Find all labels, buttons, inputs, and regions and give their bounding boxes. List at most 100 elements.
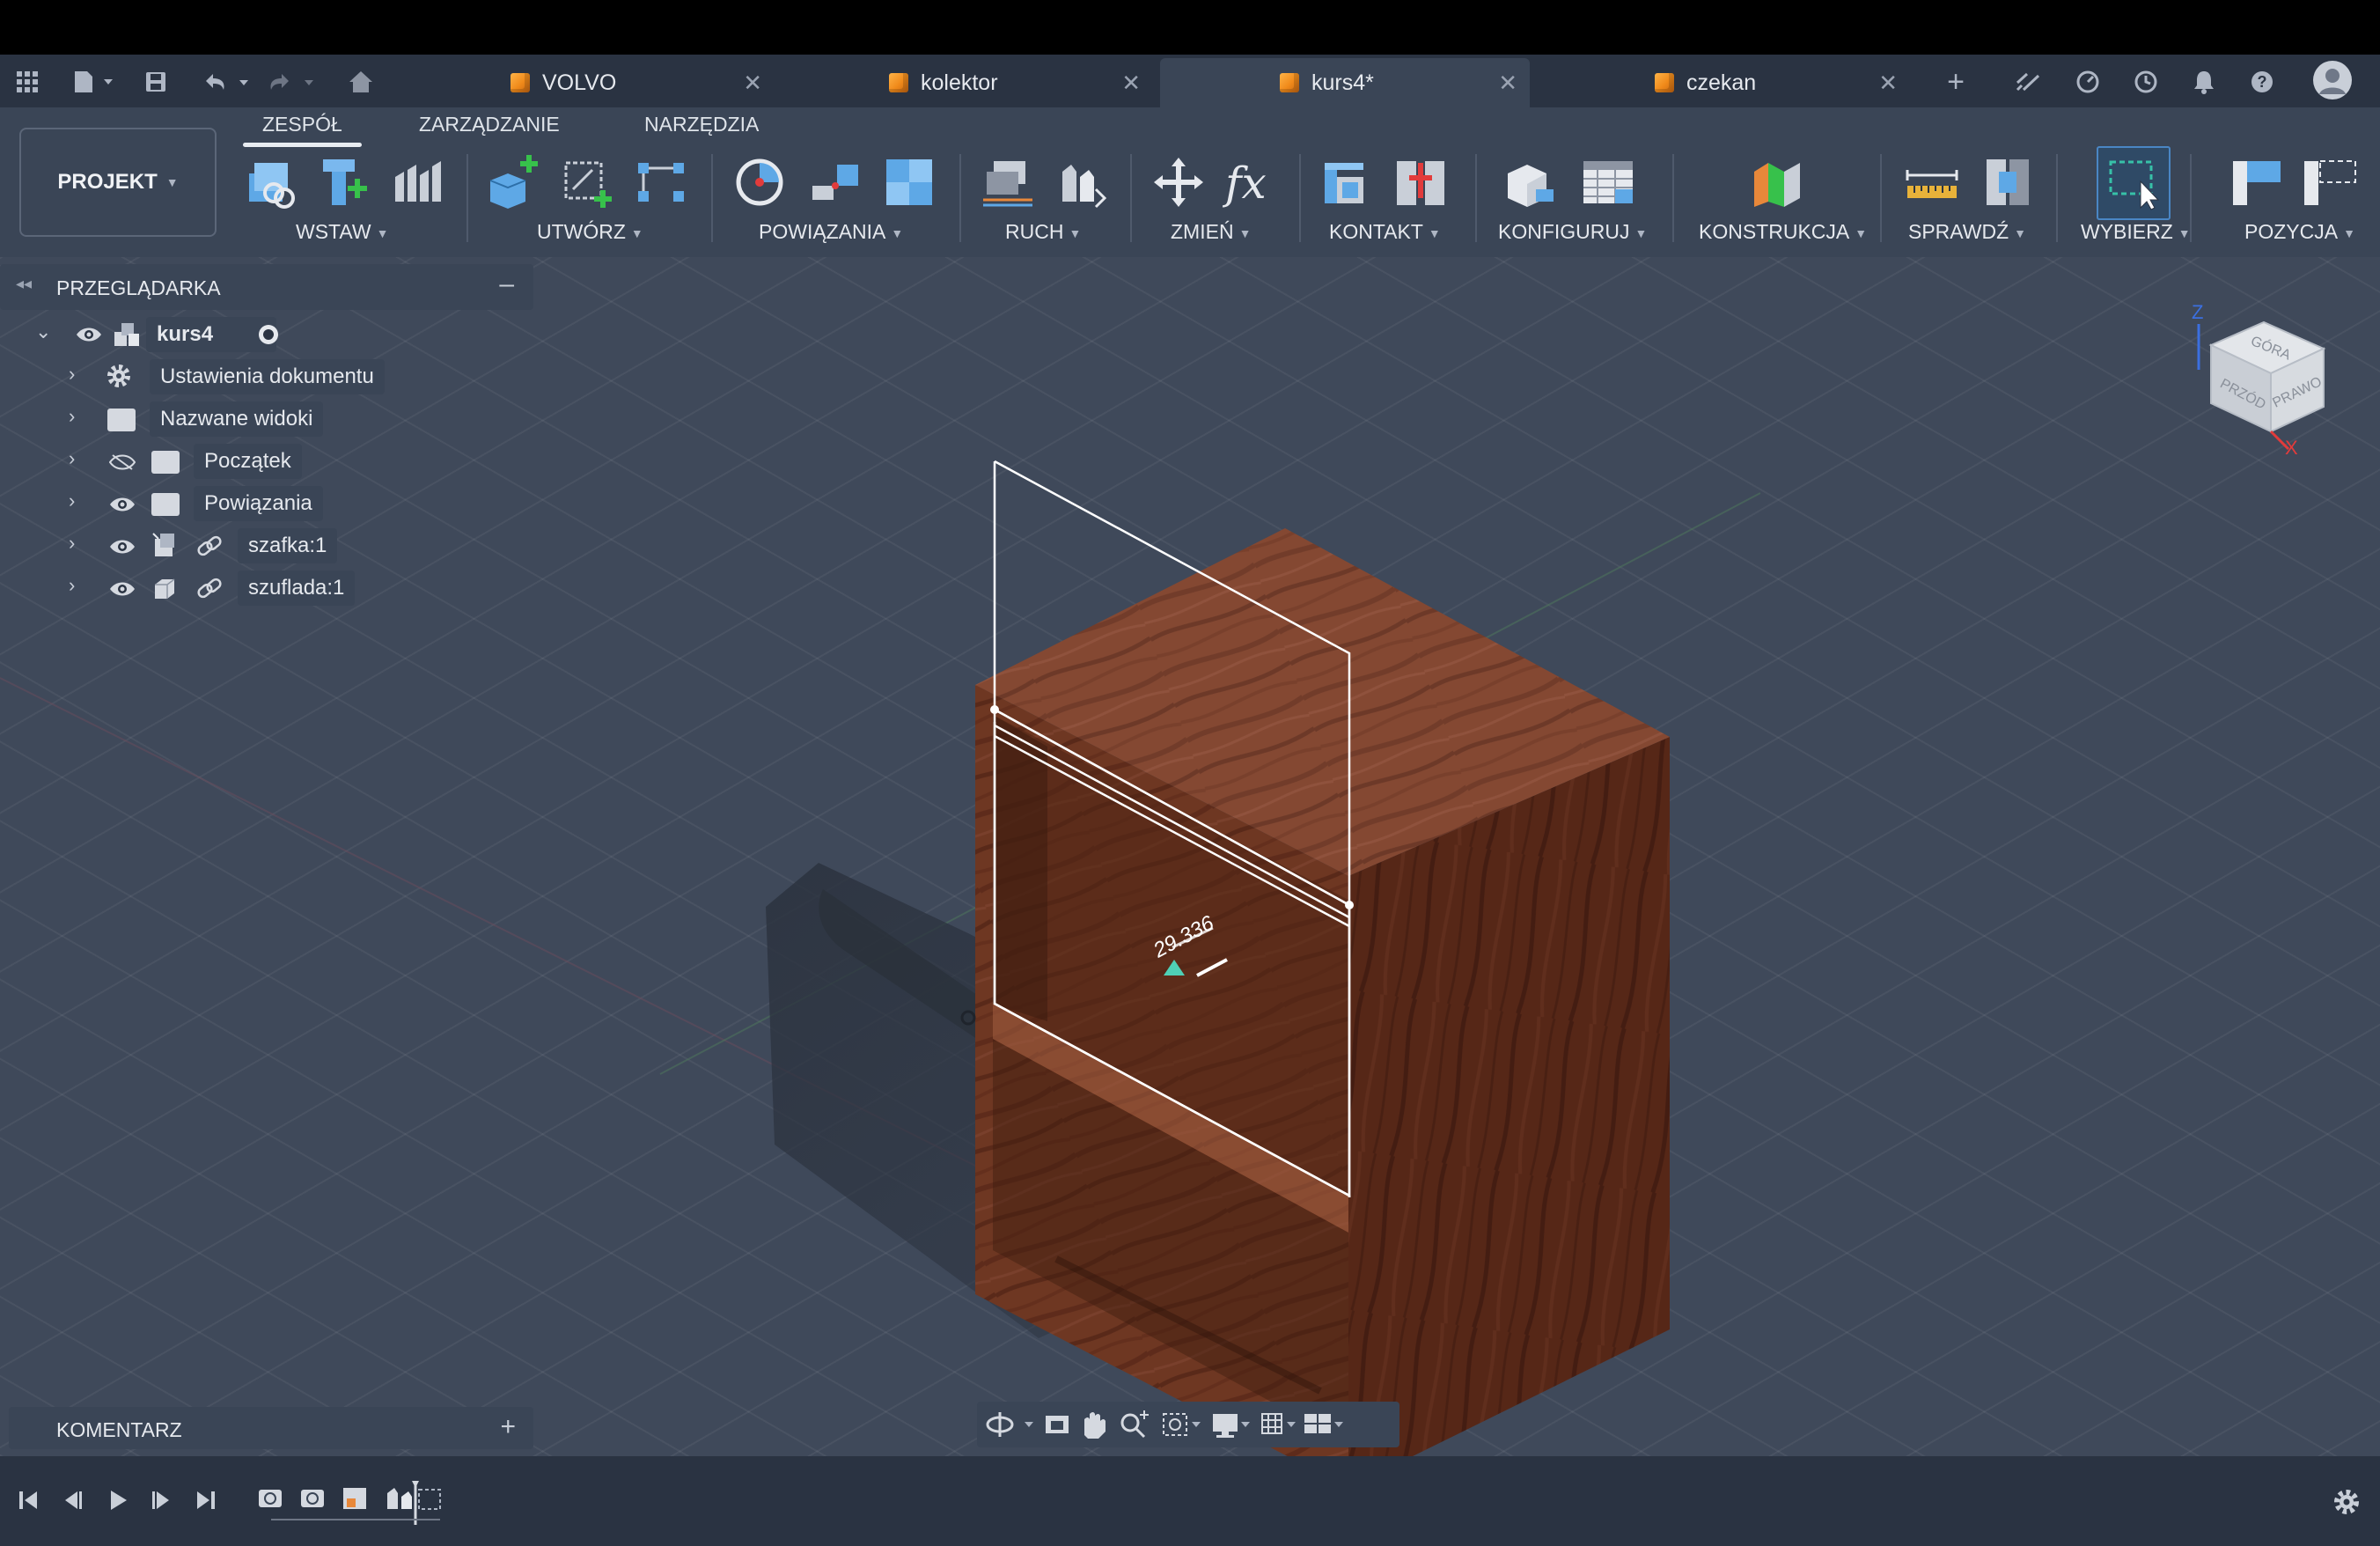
pattern-icon[interactable]: [630, 151, 692, 213]
skip-to-start-icon[interactable]: [16, 1488, 40, 1517]
measure-icon[interactable]: [1901, 151, 1963, 213]
tab-czekan[interactable]: czekan ✕: [1655, 58, 1910, 107]
tree-item-szafka[interactable]: szafka:1: [238, 528, 338, 563]
revert-position-icon[interactable]: [2301, 151, 2362, 213]
look-at-icon: [1046, 1416, 1069, 1433]
model-canvas: 29.336: [0, 460, 1761, 1456]
timeline-features[interactable]: [255, 1481, 466, 1525]
chevron-right-icon[interactable]: ›: [69, 532, 75, 555]
skip-to-end-icon[interactable]: [194, 1488, 218, 1517]
chevron-right-icon[interactable]: ›: [69, 574, 75, 597]
tab-volvo[interactable]: VOLVO ✕: [511, 58, 775, 107]
home-icon[interactable]: [345, 67, 377, 97]
minimize-panel-icon[interactable]: –: [499, 269, 514, 299]
tree-item-label: szuflada:1: [238, 571, 356, 606]
group-wstaw[interactable]: WSTAW ▼: [296, 220, 388, 244]
ribbon-separator: [1880, 154, 1882, 242]
new-component-icon[interactable]: [482, 151, 544, 213]
group-konstrukcja[interactable]: KONSTRUKCJA ▼: [1699, 220, 1867, 244]
group-utworz[interactable]: UTWÓRZ ▼: [537, 220, 643, 244]
group-powiazania[interactable]: POWIĄZANIA ▼: [759, 220, 903, 244]
eye-icon[interactable]: [109, 538, 136, 556]
parameters-fx-icon[interactable]: fx: [1222, 151, 1283, 213]
create-sketch-icon[interactable]: [556, 151, 618, 213]
chevron-right-icon[interactable]: ›: [69, 405, 75, 428]
folder-icon: [151, 451, 180, 474]
ribbon-tab-zarzadzanie[interactable]: ZARZĄDZANIE: [419, 113, 560, 136]
construction-plane-icon[interactable]: [1746, 151, 1808, 213]
apps-grid-icon[interactable]: [12, 67, 42, 97]
close-icon[interactable]: ✕: [1121, 70, 1141, 97]
chevron-right-icon[interactable]: ›: [69, 490, 75, 512]
user-avatar[interactable]: [2311, 58, 2354, 102]
group-ruch[interactable]: RUCH ▼: [1005, 220, 1081, 244]
move-copy-icon[interactable]: [1148, 151, 1209, 213]
gear-icon[interactable]: [2332, 1488, 2361, 1520]
tree-root-kurs4[interactable]: kurs4: [113, 317, 277, 352]
tree-item-document-settings[interactable]: Ustawienia dokumentu: [150, 359, 385, 394]
insert-mcmaster-icon[interactable]: [387, 151, 449, 213]
enable-contact-icon[interactable]: [1391, 151, 1452, 213]
ribbon-tab-zespol[interactable]: ZESPÓŁ: [243, 113, 362, 147]
close-icon[interactable]: ✕: [1878, 70, 1898, 97]
as-built-joint-icon[interactable]: [804, 151, 866, 213]
group-pozycja[interactable]: POZYCJA ▼: [2244, 220, 2355, 244]
ribbon-tab-narzedzia[interactable]: NARZĘDZIA: [644, 113, 759, 136]
new-tab-icon[interactable]: +: [1940, 65, 1972, 99]
chevron-down-icon[interactable]: ⌄: [35, 320, 51, 343]
motion-link-icon[interactable]: [977, 151, 1039, 213]
collapse-panel-icon[interactable]: ◂◂: [16, 275, 32, 293]
tab-kurs4[interactable]: kurs4* ✕: [1160, 58, 1530, 107]
insert-bolt-icon[interactable]: [313, 151, 375, 213]
contact-sets-icon[interactable]: [1317, 151, 1378, 213]
joint-origin-icon[interactable]: [878, 151, 940, 213]
bell-icon[interactable]: [2188, 67, 2220, 97]
group-kontakt[interactable]: KONTAKT ▼: [1329, 220, 1441, 244]
redo-icon[interactable]: [264, 67, 317, 97]
step-forward-icon[interactable]: [150, 1488, 174, 1517]
comments-panel[interactable]: KOMENTARZ +: [9, 1407, 533, 1449]
zoom-icon: [1120, 1410, 1149, 1439]
tree-item-joints[interactable]: Powiązania: [194, 486, 323, 521]
add-comment-icon[interactable]: +: [500, 1412, 516, 1442]
step-back-icon[interactable]: [60, 1488, 84, 1517]
group-wybierz[interactable]: WYBIERZ ▼: [2081, 220, 2191, 244]
activate-radio[interactable]: [259, 325, 278, 344]
tree-item-szuflada[interactable]: szuflada:1: [238, 571, 356, 606]
close-icon[interactable]: ✕: [1498, 70, 1517, 97]
job-status-icon[interactable]: [2072, 67, 2104, 97]
window-top-bar: [0, 0, 2380, 55]
capture-position-icon[interactable]: [2227, 151, 2288, 213]
chevron-right-icon[interactable]: ›: [69, 363, 75, 386]
configure-icon[interactable]: [1500, 151, 1561, 213]
group-zmien[interactable]: ZMIEŃ ▼: [1171, 220, 1251, 244]
group-konfiguruj[interactable]: KONFIGURUJ ▼: [1498, 220, 1647, 244]
tab-kolektor[interactable]: kolektor ✕: [889, 58, 1153, 107]
drive-joints-icon[interactable]: [1051, 151, 1113, 213]
play-icon[interactable]: [106, 1488, 130, 1517]
file-menu-icon[interactable]: [69, 67, 116, 97]
tree-item-origin[interactable]: Początek: [194, 444, 302, 479]
chevron-right-icon[interactable]: ›: [69, 447, 75, 470]
undo-icon[interactable]: [199, 67, 252, 97]
eye-icon[interactable]: [76, 326, 102, 343]
configuration-table-icon[interactable]: [1577, 151, 1639, 213]
joint-icon[interactable]: [731, 151, 792, 213]
group-sprawdz[interactable]: SPRAWDŹ ▼: [1908, 220, 2026, 244]
eye-icon[interactable]: [109, 580, 136, 598]
3d-viewport[interactable]: 29.336 Z GÓRA PRZÓD PRAWO X: [0, 257, 2380, 1456]
select-icon[interactable]: [2097, 146, 2171, 220]
clock-icon[interactable]: [2130, 67, 2162, 97]
interference-icon[interactable]: [1977, 151, 2038, 213]
tree-item-named-views[interactable]: Nazwane widoki: [150, 401, 324, 437]
eye-hidden-icon[interactable]: [108, 453, 136, 471]
tree-item-label: Powiązania: [194, 486, 323, 521]
insert-link-icon[interactable]: [239, 151, 301, 213]
save-icon[interactable]: [141, 67, 171, 97]
close-icon[interactable]: ✕: [743, 70, 762, 97]
projekt-button[interactable]: PROJEKT ▼: [19, 128, 217, 237]
help-icon[interactable]: ?: [2246, 67, 2278, 97]
viewcube[interactable]: Z GÓRA PRZÓD PRAWO X: [2192, 299, 2332, 459]
eye-icon[interactable]: [109, 496, 136, 513]
extensions-icon[interactable]: [2012, 67, 2044, 97]
